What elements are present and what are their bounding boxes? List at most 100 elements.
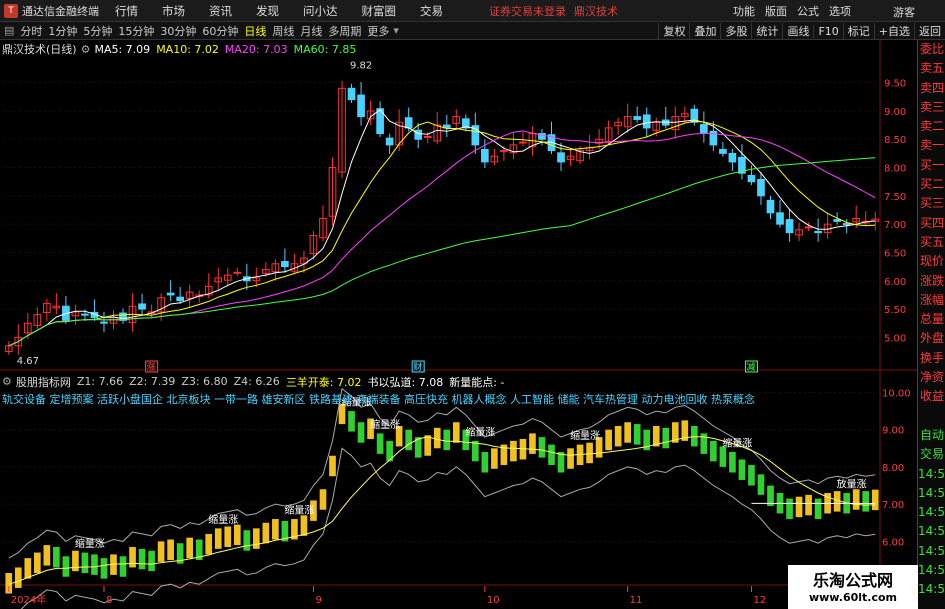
menu-news[interactable]: 资讯 bbox=[209, 3, 232, 19]
sidebar-item[interactable]: 14:56 bbox=[918, 561, 945, 580]
period-5min[interactable]: 5分钟 bbox=[83, 23, 112, 39]
indicator-bar bbox=[376, 433, 384, 454]
trade-login-notice[interactable]: 证券交易未登录 bbox=[489, 3, 566, 19]
menu-quotes[interactable]: 行情 bbox=[115, 3, 138, 19]
sidebar-item[interactable]: 买三 bbox=[918, 194, 945, 213]
sidebar-item[interactable]: 卖四 bbox=[918, 79, 945, 98]
f10-button[interactable]: F10 bbox=[813, 24, 842, 38]
sidebar-item[interactable]: 14:56 bbox=[918, 503, 945, 522]
indicator-bar bbox=[757, 474, 765, 495]
sidebar-item[interactable]: 交易 bbox=[918, 445, 945, 464]
annotation-label: 缩量涨 bbox=[208, 513, 238, 526]
sidebar-item[interactable]: 14:56 bbox=[918, 522, 945, 541]
indicator-bar bbox=[157, 541, 165, 562]
indicator-bar bbox=[72, 550, 79, 572]
layout-button[interactable]: 版面 bbox=[765, 3, 787, 19]
period-monthly[interactable]: 月线 bbox=[300, 23, 322, 39]
price-tick-label: 7.50 bbox=[884, 192, 906, 203]
menu-discover[interactable]: 发现 bbox=[256, 3, 279, 19]
annotation-label: 缩量涨 bbox=[465, 425, 495, 438]
sidebar-item[interactable] bbox=[918, 407, 945, 426]
sidebar-item[interactable]: 卖二 bbox=[918, 117, 945, 136]
sidebar-item[interactable]: 14:56 bbox=[918, 580, 945, 599]
sidebar-item[interactable]: 换手 bbox=[918, 349, 945, 368]
indicator-bar bbox=[538, 437, 546, 458]
sidebar-item[interactable]: 收益 bbox=[918, 387, 945, 406]
period-multi[interactable]: 多周期 bbox=[328, 23, 361, 39]
sidebar-item[interactable]: 净资 bbox=[918, 368, 945, 387]
menu-ask[interactable]: 问小达 bbox=[303, 3, 338, 19]
sidebar-item[interactable]: 自动 bbox=[918, 426, 945, 445]
sidebar-item[interactable]: 卖五 bbox=[918, 59, 945, 78]
annotation-label: 缩量涨 bbox=[570, 429, 600, 442]
sidebar-item[interactable]: 总量 bbox=[918, 310, 945, 329]
sidebar-item[interactable]: 14:56 bbox=[918, 542, 945, 561]
indicator-bar bbox=[329, 455, 336, 477]
menu-market[interactable]: 市场 bbox=[162, 3, 185, 19]
back-button[interactable]: 返回 bbox=[914, 23, 945, 39]
gear-icon[interactable]: ⚙ bbox=[81, 43, 91, 56]
mark-button[interactable]: 标记 bbox=[842, 23, 874, 39]
ma-line bbox=[8, 109, 876, 347]
sidebar-item[interactable]: 买一 bbox=[918, 156, 945, 175]
annotation-label: 缩量涨 bbox=[370, 418, 400, 431]
sidebar-item[interactable]: 买五 bbox=[918, 233, 945, 252]
adjust-button[interactable]: 复权 bbox=[658, 23, 689, 39]
indicator-bar bbox=[491, 448, 498, 469]
sidebar-item[interactable]: 卖三 bbox=[918, 98, 945, 117]
sidebar-item[interactable]: 涨跌 bbox=[918, 272, 945, 291]
price-tick-label: 9.00 bbox=[884, 107, 906, 118]
menu-trade[interactable]: 交易 bbox=[420, 3, 443, 19]
indicator-bar bbox=[405, 429, 413, 451]
options-button[interactable]: 选项 bbox=[829, 3, 851, 19]
sidebar-item[interactable]: 买二 bbox=[918, 175, 945, 194]
sub-tick-label: 10.00 bbox=[882, 388, 911, 399]
function-button[interactable]: 功能 bbox=[733, 3, 755, 19]
indicator-bar bbox=[167, 539, 174, 560]
period-60min[interactable]: 60分钟 bbox=[202, 23, 238, 39]
guest-user[interactable]: 游客 bbox=[893, 4, 915, 20]
indicator-bar bbox=[748, 465, 755, 486]
z2-value: Z2: 7.39 bbox=[129, 375, 176, 388]
indicator-bar bbox=[433, 427, 441, 449]
indicator-bar bbox=[129, 546, 136, 568]
sidebar-item[interactable]: 14:56 bbox=[918, 465, 945, 484]
sidebar-item[interactable]: 外盘 bbox=[918, 329, 945, 348]
period-1min[interactable]: 1分钟 bbox=[48, 23, 77, 39]
indicator-bar bbox=[605, 429, 612, 451]
sidebar-item[interactable]: 卖一 bbox=[918, 136, 945, 155]
formula-button[interactable]: 公式 bbox=[797, 3, 819, 19]
ma-line bbox=[8, 157, 876, 347]
grid-menu-icon[interactable]: ▤ bbox=[4, 24, 14, 37]
annotation-label: 缩量涨 bbox=[284, 503, 314, 516]
kline-chart[interactable]: 缩量涨缩量涨缩量涨缩量涨缩量涨缩量涨 缩量涨缩量涨放量涨 9.509.008.50… bbox=[0, 40, 917, 609]
indicator-bar bbox=[81, 552, 89, 574]
indicator-bar bbox=[24, 558, 32, 579]
sidebar-item[interactable]: 委比 bbox=[918, 40, 945, 59]
period-15min[interactable]: 15分钟 bbox=[118, 23, 154, 39]
sidebar-item[interactable]: 现价 bbox=[918, 252, 945, 271]
ma60-legend: MA60: 7.85 bbox=[293, 42, 357, 56]
indicator-bar bbox=[786, 498, 793, 520]
period-weekly[interactable]: 周线 bbox=[272, 23, 294, 39]
menu-wealth[interactable]: 财富圈 bbox=[362, 3, 397, 19]
sidebar-item[interactable]: 14:56 bbox=[918, 484, 945, 503]
period-timeshare[interactable]: 分时 bbox=[20, 23, 42, 39]
period-more[interactable]: 更多 bbox=[367, 23, 389, 39]
gear-icon[interactable]: ⚙ bbox=[2, 375, 12, 388]
multi-stock-button[interactable]: 多股 bbox=[720, 23, 751, 39]
indicator-bar bbox=[43, 545, 51, 566]
indicator-bar bbox=[795, 496, 803, 518]
sidebar-item[interactable]: 涨幅 bbox=[918, 291, 945, 310]
ma5-legend: MA5: 7.09 bbox=[94, 42, 151, 56]
draw-line-button[interactable]: 画线 bbox=[782, 23, 813, 39]
period-daily[interactable]: 日线 bbox=[244, 23, 266, 39]
period-30min[interactable]: 30分钟 bbox=[160, 23, 196, 39]
high-price-label: 9.82 bbox=[350, 61, 372, 72]
add-watchlist-button[interactable]: +自选 bbox=[873, 23, 914, 39]
candle-body bbox=[728, 152, 737, 163]
sidebar-item[interactable]: 买四 bbox=[918, 214, 945, 233]
overlay-button[interactable]: 叠加 bbox=[689, 23, 720, 39]
statistics-button[interactable]: 统计 bbox=[751, 23, 782, 39]
chevron-down-icon[interactable]: ▾ bbox=[393, 24, 399, 37]
